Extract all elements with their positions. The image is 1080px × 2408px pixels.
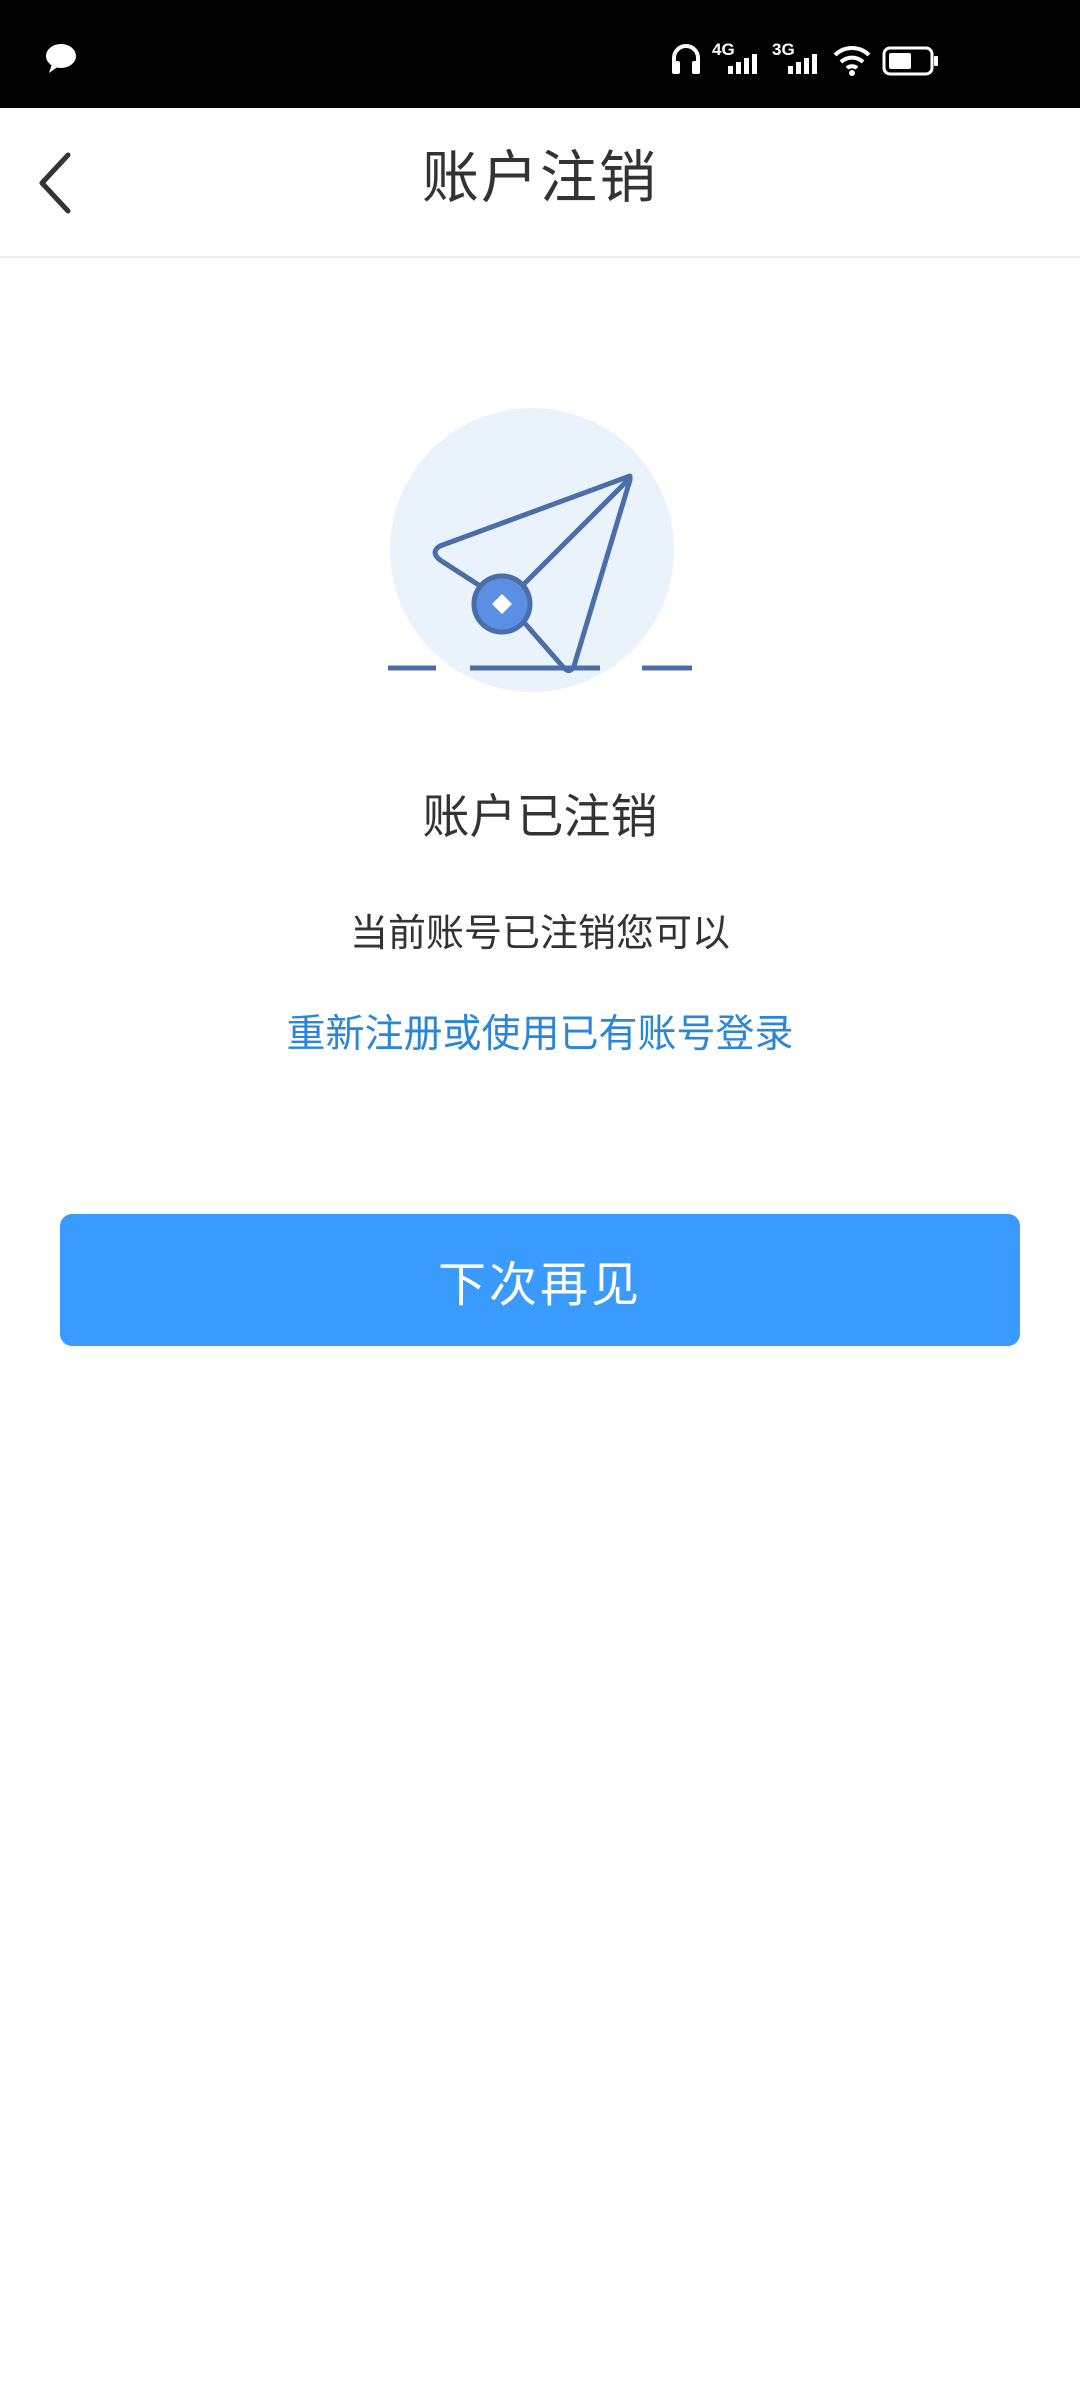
chat-icon (46, 44, 76, 73)
network-label-4g: 4G (712, 40, 735, 59)
signal-icon: 3G (772, 40, 817, 74)
goodbye-button[interactable]: 下次再见 (60, 1214, 1020, 1346)
status-description: 当前账号已注销您可以 (349, 911, 730, 955)
nav-bar: 账户注销 (0, 108, 1080, 258)
page-title: 账户注销 (422, 145, 658, 211)
wifi-icon (833, 45, 871, 76)
signal-icon: 4G (712, 40, 757, 74)
network-label-3g: 3G (772, 40, 795, 59)
headset-icon (672, 44, 700, 74)
status-bar: 4G 3G (0, 0, 1080, 108)
paper-plane-icon (388, 408, 692, 692)
battery-icon (882, 46, 938, 76)
status-heading: 账户已注销 (422, 790, 658, 845)
relogin-link[interactable]: 重新注册或使用已有账号登录 (0, 1003, 1080, 1059)
